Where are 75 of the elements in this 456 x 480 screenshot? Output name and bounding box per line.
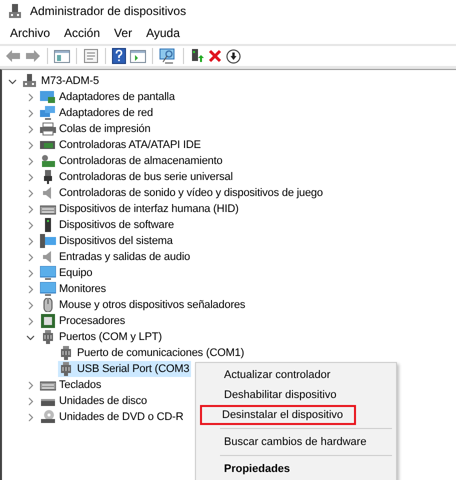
tree-item[interactable]: Puertos (COM y LPT) [59, 331, 162, 343]
tree-item[interactable]: Unidades de disco [59, 395, 147, 407]
tree-item[interactable]: Controladoras de almacenamiento [59, 155, 223, 167]
expanded-chevron-icon[interactable] [8, 76, 17, 86]
scan-monitor-icon[interactable] [159, 48, 177, 64]
tree-item[interactable]: Equipo [59, 267, 92, 279]
context-menu-item[interactable]: Propiedades [200, 459, 392, 479]
menu-item[interactable]: Ver [114, 26, 132, 40]
delete-x-icon[interactable] [208, 49, 222, 63]
console-tree-icon[interactable] [54, 49, 70, 63]
printer-icon [40, 122, 56, 136]
collapsed-chevron-icon[interactable] [26, 108, 35, 118]
tree-item[interactable]: Entradas y salidas de audio [59, 251, 190, 263]
tree-item[interactable]: Dispositivos de software [59, 219, 174, 231]
system-device-icon [40, 234, 56, 248]
forward-arrow-icon[interactable] [25, 49, 41, 63]
processor-icon [40, 314, 56, 328]
tree-item[interactable]: Teclados [59, 379, 102, 391]
tree-item[interactable]: Dispositivos de interfaz humana (HID) [59, 203, 239, 215]
collapsed-chevron-icon[interactable] [26, 92, 35, 102]
back-arrow-icon[interactable] [5, 49, 21, 63]
expanded-chevron-icon[interactable] [26, 332, 35, 342]
collapsed-chevron-icon[interactable] [26, 396, 35, 406]
tree-item[interactable]: Puerto de comunicaciones (COM1) [77, 347, 244, 359]
collapsed-chevron-icon[interactable] [26, 124, 35, 134]
port-connector-icon [40, 330, 56, 344]
port-connector-icon [58, 362, 74, 376]
properties-sheet-icon[interactable] [83, 48, 99, 64]
context-menu-item[interactable]: Deshabilitar dispositivo [200, 385, 392, 405]
tree-item[interactable]: Adaptadores de pantalla [59, 91, 175, 103]
collapsed-chevron-icon[interactable] [26, 268, 35, 278]
collapsed-chevron-icon[interactable] [26, 204, 35, 214]
menu-item[interactable]: Ayuda [146, 26, 180, 40]
collapsed-chevron-icon[interactable] [26, 284, 35, 294]
display-adapter-icon [40, 90, 56, 104]
tree-item[interactable]: Mouse y otros dispositivos señaladores [59, 299, 246, 311]
tree-item[interactable]: M73-ADM-5 [41, 75, 99, 87]
tree-item[interactable]: Procesadores [59, 315, 126, 327]
controller-card-icon [40, 138, 56, 152]
add-driver-icon[interactable] [190, 48, 204, 64]
collapsed-chevron-icon[interactable] [26, 172, 35, 182]
collapsed-chevron-icon[interactable] [26, 236, 35, 246]
collapsed-chevron-icon[interactable] [26, 300, 35, 310]
tree-item[interactable]: Controladoras ATA/ATAPI IDE [59, 139, 201, 151]
help-icon[interactable] [112, 48, 126, 64]
collapsed-chevron-icon[interactable] [26, 220, 35, 230]
collapsed-chevron-icon[interactable] [26, 412, 35, 422]
device-manager-icon [8, 3, 22, 19]
tree-item[interactable]: Dispositivos del sistema [59, 235, 173, 247]
tree-item[interactable]: Adaptadores de red [59, 107, 153, 119]
window-title: Administrador de dispositivos [30, 4, 186, 18]
tree-item[interactable]: Colas de impresión [59, 123, 150, 135]
collapsed-chevron-icon[interactable] [26, 252, 35, 262]
port-connector-icon [58, 346, 74, 360]
tree-item[interactable]: Controladoras de sonido y vídeo y dispositivos de juego [59, 187, 323, 199]
context-menu-item[interactable]: Actualizar controlador [200, 365, 392, 385]
monitor-icon [40, 266, 56, 280]
collapsed-chevron-icon[interactable] [26, 380, 35, 390]
tree-item[interactable]: Unidades de DVD o CD-R [59, 411, 184, 423]
monitor-icon [40, 282, 56, 296]
collapsed-chevron-icon[interactable] [26, 188, 35, 198]
menu-item[interactable]: Archivo [10, 26, 50, 40]
collapsed-chevron-icon[interactable] [26, 156, 35, 166]
context-menu-item[interactable]: Desinstalar el dispositivo [200, 405, 356, 425]
tree-item[interactable]: Controladoras de bus serie universal [59, 171, 233, 183]
computer-icon [22, 74, 38, 88]
menu-item[interactable]: Acción [64, 26, 100, 40]
storage-controller-icon [40, 154, 56, 168]
collapsed-chevron-icon[interactable] [26, 140, 35, 150]
download-circle-icon[interactable] [226, 48, 241, 64]
tree-item[interactable]: Monitores [59, 283, 106, 295]
optical-drive-icon [40, 410, 56, 424]
network-icon [40, 106, 56, 120]
context-menu-item[interactable]: Buscar cambios de hardware [200, 432, 392, 452]
collapsed-chevron-icon[interactable] [26, 316, 35, 326]
